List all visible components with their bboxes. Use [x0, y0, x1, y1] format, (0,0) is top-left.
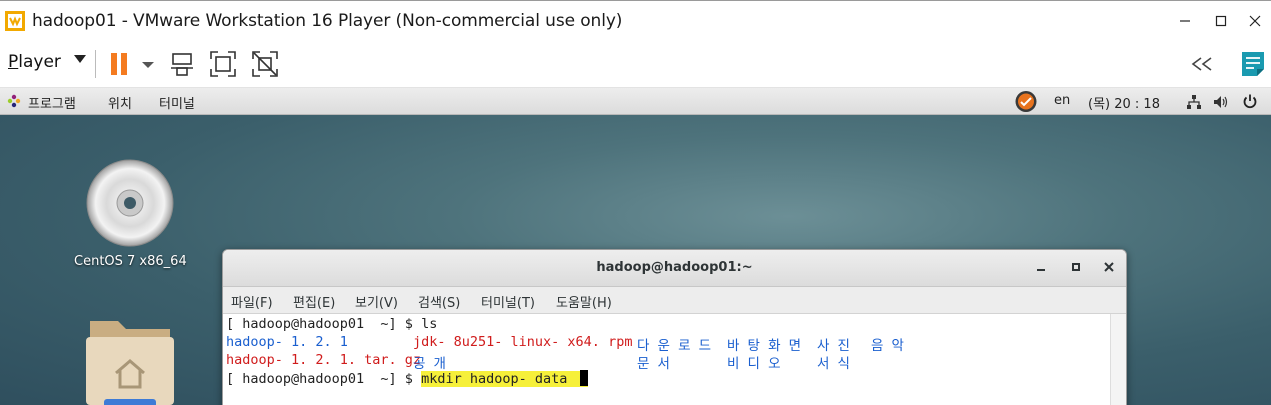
minimize-button[interactable] — [1173, 9, 1197, 33]
places-menu[interactable]: 위치 — [108, 93, 132, 112]
terminal-maximize-button[interactable] — [1068, 260, 1084, 276]
ls-entry-dir: 다 운 로 드 — [637, 338, 712, 354]
maximize-button[interactable] — [1209, 9, 1233, 33]
terminal-line: [ hadoop@hadoop01 ~] $ ls — [226, 316, 438, 332]
terminal-close-button[interactable] — [1101, 260, 1117, 276]
player-toolbar: Player — [0, 40, 1271, 88]
volume-icon[interactable] — [1213, 94, 1229, 110]
desktop-icon-home-folder[interactable] — [86, 311, 174, 405]
ls-entry-dir: 바 탕 화 면 — [727, 338, 802, 354]
collapse-icon[interactable] — [1189, 49, 1215, 79]
ls-entry-dir: 음 악 — [871, 338, 904, 354]
dropdown-caret-icon[interactable] — [140, 49, 156, 79]
clock[interactable]: (목) 20 : 18 — [1088, 93, 1160, 112]
terminal-titlebar[interactable]: hadoop@hadoop01:~ — [223, 250, 1126, 287]
player-menu-button[interactable]: Player — [8, 52, 86, 72]
network-icon[interactable] — [1186, 94, 1202, 110]
terminal-output[interactable]: [ hadoop@hadoop01 ~] $ ls hadoop- 1. 2. … — [223, 314, 1111, 405]
ls-entry-dir: 서 식 — [817, 356, 850, 372]
ls-entry-dir: 공 개 — [413, 356, 446, 372]
player-menu-caret-icon — [74, 55, 86, 63]
fullscreen-icon[interactable] — [208, 49, 238, 79]
window-title: hadoop01 - VMware Workstation 16 Player … — [32, 11, 623, 31]
applications-icon — [7, 94, 21, 108]
cd-disc-icon — [86, 159, 174, 247]
ls-entry-dir: 비 디 오 — [727, 356, 781, 372]
home-folder-icon — [86, 321, 174, 405]
desktop-icon-centos-disc[interactable] — [84, 157, 176, 249]
terminal-minimize-button[interactable] — [1033, 260, 1049, 276]
selection-highlight — [104, 399, 156, 405]
terminal-scrollbar[interactable] — [1110, 314, 1126, 405]
highlighted-command: mkdir hadoop- data — [421, 370, 588, 387]
menu-file[interactable]: 파일(F) — [231, 292, 273, 311]
applications-menu[interactable]: 프로그램 — [28, 93, 76, 112]
send-ctrl-alt-del-icon[interactable] — [168, 49, 198, 79]
minimize-icon — [1180, 20, 1190, 22]
close-button[interactable] — [1243, 9, 1267, 33]
terminal-taskbar-menu[interactable]: 터미널 — [159, 93, 195, 112]
ls-entry-dir: 문 서 — [637, 356, 670, 372]
input-language-indicator[interactable]: en — [1054, 93, 1070, 108]
ls-entry-dir: hadoop- 1. 2. 1 — [226, 334, 348, 350]
pause-icon[interactable] — [106, 49, 136, 79]
software-update-icon[interactable] — [1014, 90, 1038, 113]
menu-view[interactable]: 보기(V) — [355, 292, 398, 311]
ls-entry-archive: hadoop- 1. 2. 1. tar. gz — [226, 352, 422, 368]
minimize-icon — [1037, 269, 1045, 271]
menu-help[interactable]: 도움말(H) — [556, 292, 612, 311]
vmware-player-icon — [5, 11, 25, 31]
terminal-line: [ hadoop@hadoop01 ~] $ mkdir hadoop- dat… — [226, 370, 588, 387]
desktop-icon-label[interactable]: CentOS 7 x86_64 — [74, 254, 187, 269]
text-cursor — [579, 370, 588, 386]
menu-search[interactable]: 검색(S) — [418, 292, 460, 311]
menu-edit[interactable]: 편집(E) — [293, 292, 335, 311]
unity-icon[interactable] — [250, 49, 280, 79]
window-titlebar: hadoop01 - VMware Workstation 16 Player … — [0, 0, 1271, 40]
terminal-title: hadoop@hadoop01:~ — [596, 260, 753, 275]
menu-terminal[interactable]: 터미널(T) — [481, 292, 535, 311]
ls-entry-rpm: jdk- 8u251- linux- x64. rpm — [413, 334, 633, 350]
gnome-top-bar: 프로그램 위치 터미널 en (목) 20 : 18 — [0, 88, 1271, 115]
maximize-icon — [1215, 15, 1227, 27]
close-icon — [1104, 262, 1114, 272]
maximize-icon — [1072, 263, 1080, 271]
close-icon — [1249, 15, 1261, 27]
notes-icon[interactable] — [1238, 49, 1268, 79]
ls-entry-dir: 사 진 — [817, 338, 850, 354]
power-icon[interactable] — [1242, 93, 1258, 109]
terminal-menubar: 파일(F) 편집(E) 보기(V) 검색(S) 터미널(T) 도움말(H) — [223, 287, 1126, 314]
toolbar-separator — [95, 50, 96, 78]
terminal-window[interactable]: hadoop@hadoop01:~ 파일(F) 편집(E) 보기(V) 검색(S… — [222, 249, 1127, 405]
